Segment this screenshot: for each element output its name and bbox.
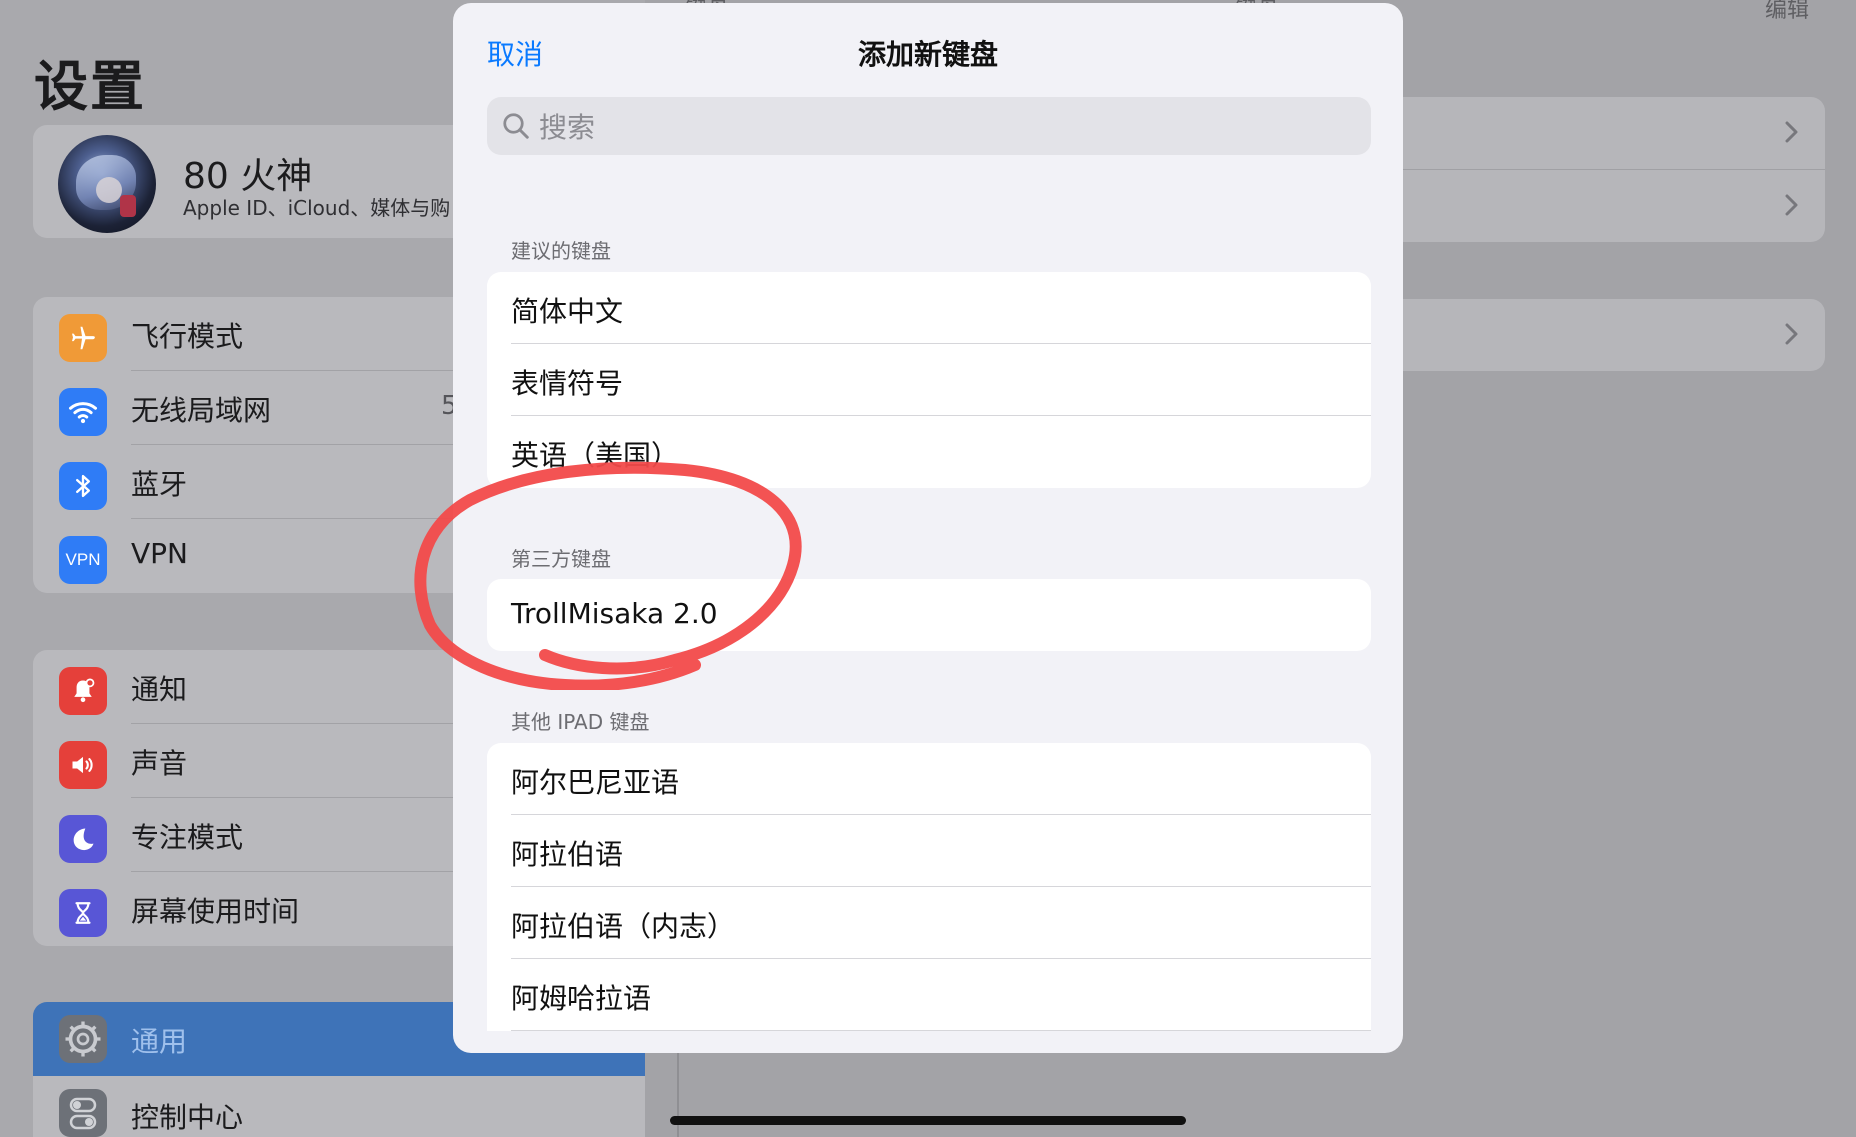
sidebar-item-label: 声音 (131, 747, 188, 780)
avatar (58, 135, 156, 233)
profile-subtitle: Apple ID、iCloud、媒体与购 (183, 196, 451, 220)
right-pane-group-2 (1370, 299, 1825, 371)
keyboard-name: 简体中文 (511, 295, 624, 328)
sidebar-item-vpn[interactable]: VPN VPN (33, 519, 453, 593)
search-input[interactable] (537, 105, 1341, 149)
sidebar-item-wifi[interactable]: 无线局域网 5 (33, 371, 458, 445)
keyboard-name: 阿拉伯语 (511, 838, 624, 871)
connectivity-group: 飞行模式 无线局域网 5 蓝牙 VPN VPN (33, 297, 458, 593)
edit-button[interactable]: 编辑 (1765, 0, 1809, 24)
suggested-keyboards-header: 建议的键盘 (511, 239, 611, 263)
home-indicator (670, 1116, 1186, 1125)
vpn-icon: VPN (59, 536, 107, 584)
list-item[interactable]: 阿姆哈拉语 (487, 959, 1371, 1031)
list-item[interactable]: 阿拉伯语 (487, 815, 1371, 887)
settings-title: 设置 (34, 55, 146, 118)
keyboard-name: TrollMisaka 2.0 (511, 597, 718, 630)
sidebar-item-label: 蓝牙 (131, 468, 188, 501)
sheet-title: 添加新键盘 (857, 38, 998, 71)
third-party-keyboards-list: TrollMisaka 2.0 (487, 579, 1371, 651)
third-party-keyboards-header: 第三方键盘 (511, 547, 611, 571)
sidebar-item-control-center[interactable]: 控制中心 (33, 1076, 645, 1137)
chevron-right-icon (1785, 121, 1798, 143)
sidebar-item-label: 无线局域网 (131, 394, 272, 427)
list-item-trollmisaka[interactable]: TrollMisaka 2.0 (487, 579, 1371, 651)
hourglass-icon (59, 889, 107, 937)
sidebar-item-sounds[interactable]: 声音 (33, 724, 453, 798)
search-icon (503, 113, 529, 139)
list-item[interactable]: 阿尔巴尼亚语 (487, 743, 1371, 815)
bluetooth-icon (59, 462, 107, 510)
sidebar-item-bluetooth[interactable]: 蓝牙 (33, 445, 453, 519)
toggles-icon (59, 1089, 107, 1137)
chevron-right-icon (1785, 194, 1798, 216)
sheet-header: 添加新键盘 取消 (453, 3, 1403, 99)
other-keyboards-list: 阿尔巴尼亚语 阿拉伯语 阿拉伯语（内志） 阿姆哈拉语 (487, 743, 1371, 1031)
sidebar-item-notifications[interactable]: 通知 (33, 650, 453, 724)
sidebar-item-focus[interactable]: 专注模式 (33, 798, 453, 872)
gear-icon (59, 1015, 107, 1063)
apple-id-card[interactable]: 80 火神 Apple ID、iCloud、媒体与购 (33, 125, 453, 238)
keyboard-name: 表情符号 (511, 367, 624, 400)
wifi-icon (59, 388, 107, 436)
speaker-icon (59, 741, 107, 789)
right-pane-row[interactable] (1370, 299, 1825, 371)
add-keyboard-sheet: 添加新键盘 取消 建议的键盘 简体中文 表情符号 英语（美国） 第三方键盘 Tr… (453, 3, 1403, 1053)
sidebar-item-label: 通用 (131, 1025, 188, 1058)
sidebar-item-label: 屏幕使用时间 (131, 895, 300, 928)
sidebar-item-label: 通知 (131, 673, 188, 706)
other-keyboards-header: 其他 IPAD 键盘 (511, 710, 650, 734)
keyboard-name: 阿拉伯语（内志） (511, 910, 736, 943)
chevron-right-icon (1785, 323, 1798, 345)
moon-icon (59, 815, 107, 863)
sidebar-item-label: 专注模式 (131, 821, 244, 854)
right-pane-row[interactable] (1370, 170, 1825, 242)
list-item[interactable]: 阿拉伯语（内志） (487, 887, 1371, 959)
list-item[interactable]: 简体中文 (487, 272, 1371, 344)
suggested-keyboards-list: 简体中文 表情符号 英语（美国） (487, 272, 1371, 488)
search-field[interactable] (487, 97, 1371, 155)
sidebar-item-screen-time[interactable]: 屏幕使用时间 (33, 872, 453, 946)
right-pane-row[interactable] (1370, 97, 1825, 170)
list-item[interactable]: 表情符号 (487, 344, 1371, 416)
list-item[interactable]: 英语（美国） (487, 416, 1371, 488)
sidebar-item-label: VPN (131, 537, 188, 570)
notifications-group: 通知 声音 专注模式 屏幕使用时间 (33, 650, 453, 946)
sidebar-item-label: 控制中心 (131, 1101, 244, 1134)
keyboard-name: 阿尔巴尼亚语 (511, 766, 680, 799)
right-pane-group-1 (1370, 97, 1825, 242)
keyboard-name: 阿姆哈拉语 (511, 982, 652, 1015)
cancel-button[interactable]: 取消 (487, 33, 543, 73)
sidebar-item-airplane-mode[interactable]: 飞行模式 (33, 297, 453, 371)
sidebar-item-label: 飞行模式 (131, 320, 244, 353)
bell-icon (59, 667, 107, 715)
keyboard-name: 英语（美国） (511, 439, 680, 472)
airplane-icon (59, 314, 107, 362)
